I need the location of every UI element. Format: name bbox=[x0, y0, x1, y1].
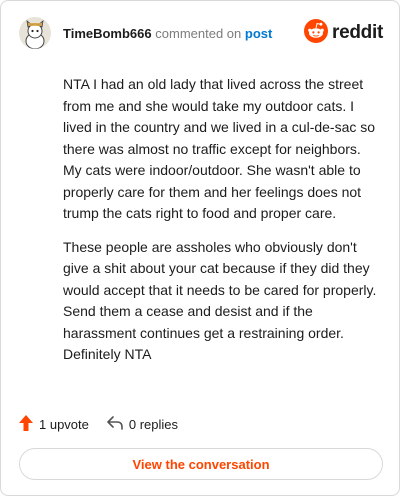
view-conversation-button[interactable]: View the conversation bbox=[19, 448, 383, 480]
reddit-wordmark: reddit bbox=[332, 22, 383, 43]
comment-meta: TimeBomb666 commented on post bbox=[63, 26, 272, 42]
reply-count: 0 replies bbox=[128, 416, 179, 432]
comment-footer: 1 upvote 0 replies bbox=[19, 414, 196, 434]
replies-stat[interactable]: 0 replies bbox=[107, 415, 179, 433]
username[interactable]: TimeBomb666 bbox=[63, 26, 152, 41]
comment-header: TimeBomb666 commented on post reddit bbox=[19, 17, 383, 51]
comment-embed-card: TimeBomb666 commented on post reddit NTA… bbox=[0, 0, 400, 496]
upvote-stat[interactable]: 1 upvote bbox=[19, 414, 89, 434]
comment-paragraph: These people are assholes who obviously … bbox=[63, 238, 377, 363]
comment-body: NTA I had an old lady that lived across … bbox=[63, 74, 381, 378]
upvote-count: 1 upvote bbox=[39, 416, 89, 432]
reddit-brand[interactable]: reddit bbox=[304, 18, 383, 48]
post-link[interactable]: post bbox=[245, 26, 272, 41]
avatar[interactable] bbox=[19, 17, 51, 49]
reddit-logo-icon bbox=[304, 18, 329, 48]
reply-icon[interactable] bbox=[107, 415, 123, 433]
comment-paragraph: NTA I had an old lady that lived across … bbox=[63, 76, 376, 221]
action-text: commented on bbox=[155, 26, 242, 41]
upvote-arrow-icon[interactable] bbox=[19, 414, 33, 434]
